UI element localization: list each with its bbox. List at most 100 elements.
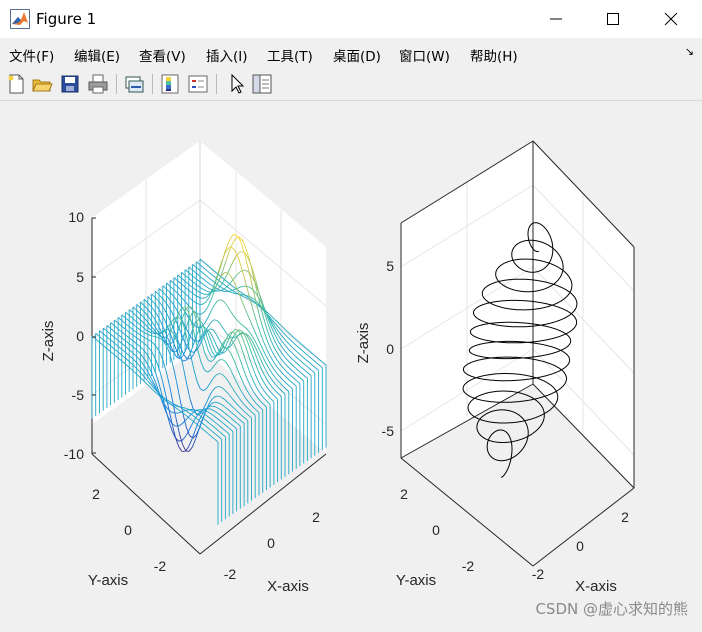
waterfall-segment [219, 437, 222, 440]
open-file-button[interactable] [30, 72, 54, 96]
right-y-label: Y-axis [396, 572, 436, 589]
waterfall-segment [165, 410, 168, 418]
minimize-icon [527, 0, 585, 38]
menu-tools[interactable]: 工具(T) [267, 45, 313, 65]
waterfall-segment [214, 320, 217, 321]
waterfall-segment [212, 437, 215, 440]
waterfall-segment [170, 387, 173, 403]
waterfall-segment [228, 403, 231, 406]
waterfall-segment [181, 422, 184, 425]
minimize-button[interactable] [527, 0, 585, 38]
menu-view[interactable]: 查看(V) [139, 45, 186, 65]
insert-legend-button[interactable] [186, 72, 210, 96]
insert-colorbar-button[interactable] [158, 72, 182, 96]
waterfall-segment [241, 421, 244, 424]
waterfall-segment [215, 402, 218, 403]
waterfall-segment [226, 426, 229, 429]
waterfall-segment [247, 390, 250, 396]
property-inspector-button[interactable] [250, 72, 274, 96]
waterfall-segment [246, 399, 249, 403]
left-z-tick: 10 [68, 209, 84, 225]
watermark-text: CSDN @虚心求知的熊 [535, 598, 688, 619]
right-z-tick: 0 [386, 341, 394, 357]
waterfall-segment [208, 360, 211, 362]
new-figure-button[interactable] [4, 72, 28, 96]
toolbar-separator [116, 74, 117, 94]
waterfall-segment [233, 426, 236, 429]
menu-insert[interactable]: 插入(I) [206, 45, 248, 65]
left-x-tick: 0 [267, 535, 275, 551]
close-button[interactable] [643, 0, 701, 38]
waterfall-segment [213, 421, 216, 424]
waterfall-segment [177, 383, 180, 399]
open-file-icon [30, 72, 54, 96]
left-y-tick: 0 [124, 522, 132, 538]
waterfall-segment [197, 382, 200, 389]
right-y-tick: 0 [432, 522, 440, 538]
waterfall-segment [213, 375, 216, 379]
waterfall-segment [210, 413, 213, 415]
menu-dock-arrow-icon[interactable]: ↘ [685, 45, 694, 58]
waterfall-segment [242, 402, 245, 406]
new-figure-icon [4, 72, 28, 96]
waterfall-segment [200, 298, 203, 299]
close-icon [643, 0, 701, 38]
link-plot-button[interactable] [122, 72, 146, 96]
waterfall-segment [238, 418, 241, 421]
waterfall-segment [233, 388, 236, 393]
right-axes[interactable]: 5 0 -5 2 0 -2 -2 0 2 Z-axis Y-axis X-axi… [355, 141, 634, 595]
waterfall-segment [235, 402, 238, 406]
menu-window[interactable]: 窗口(W) [399, 45, 450, 65]
save-button[interactable] [58, 72, 82, 96]
waterfall-segment [232, 406, 235, 409]
waterfall-segment [196, 430, 199, 440]
toolbar-separator [216, 74, 217, 94]
waterfall-segment [207, 383, 210, 388]
right-z-tick: 5 [386, 258, 394, 274]
plots-svg[interactable]: 10 5 0 -5 -10 2 0 -2 -2 0 2 Z-axis Y-ax [0, 101, 702, 628]
matlab-logo-icon [10, 9, 30, 29]
left-y-tick: 2 [92, 486, 100, 502]
waterfall-segment [253, 406, 256, 409]
waterfall-segment [228, 291, 231, 292]
waterfall-segment [206, 421, 209, 424]
waterfall-segment [260, 407, 263, 410]
waterfall-segment [212, 396, 215, 398]
print-icon [86, 72, 110, 96]
waterfall-segment [217, 418, 220, 421]
waterfall-segment [183, 360, 186, 361]
waterfall-segment [150, 387, 153, 390]
waterfall-segment [226, 431, 229, 434]
waterfall-segment [207, 371, 210, 373]
right-x-tick: -2 [532, 566, 545, 582]
waterfall-segment [227, 421, 230, 424]
waterfall-segment [230, 423, 233, 426]
menu-help[interactable]: 帮助(H) [470, 45, 518, 65]
waterfall-segment [185, 432, 188, 437]
waterfall-segment [189, 418, 192, 421]
waterfall-segment [183, 408, 186, 409]
waterfall-segment [211, 409, 214, 411]
waterfall-segment [174, 368, 177, 383]
right-z-label: Z-axis [355, 323, 372, 364]
menu-file[interactable]: 文件(F) [9, 45, 54, 65]
waterfall-segment [250, 395, 253, 400]
waterfall-segment [184, 369, 187, 385]
print-button[interactable] [86, 72, 110, 96]
maximize-button[interactable] [585, 0, 643, 38]
waterfall-segment [171, 412, 174, 413]
waterfall-segment [223, 423, 226, 426]
waterfall-segment [248, 415, 251, 418]
menu-desktop[interactable]: 桌面(D) [333, 45, 381, 65]
left-x-tick: 2 [312, 509, 320, 525]
waterfall-segment [212, 402, 215, 403]
waterfall-segment [220, 426, 223, 429]
left-axes[interactable]: 10 5 0 -5 -10 2 0 -2 -2 0 2 Z-axis Y-ax [40, 141, 326, 595]
title-bar: Figure 1 [0, 0, 702, 38]
menu-edit[interactable]: 编辑(E) [74, 45, 120, 65]
figure-canvas[interactable]: 10 5 0 -5 -10 2 0 -2 -2 0 2 Z-axis Y-ax [0, 101, 702, 628]
waterfall-segment [223, 429, 226, 432]
edit-plot-button[interactable] [224, 72, 248, 96]
waterfall-segment [204, 409, 207, 410]
waterfall-segment [226, 391, 229, 395]
